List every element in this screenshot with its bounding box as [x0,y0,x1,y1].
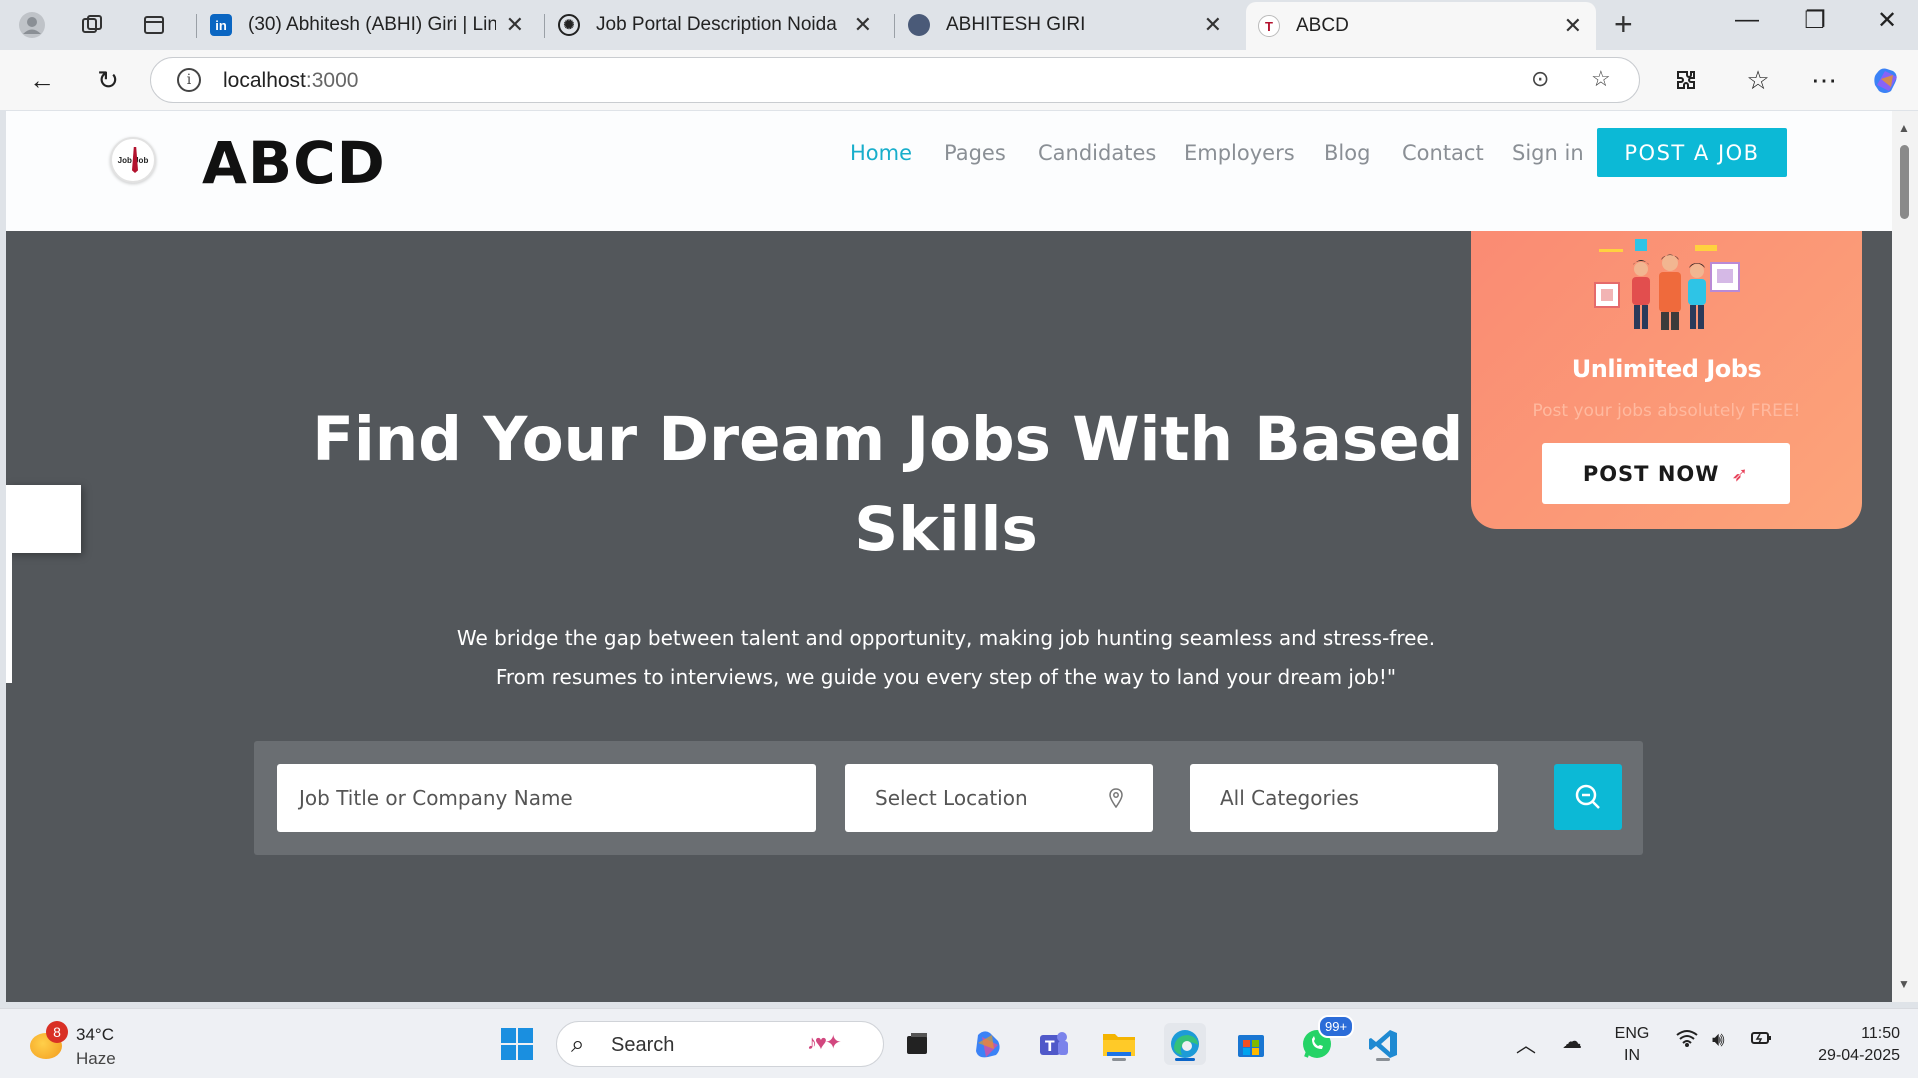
taskbar-search[interactable]: ⌕ Search ♪♥✦ [556,1021,884,1067]
tab-linkedin[interactable]: in (30) Abhitesh (ABHI) Giri | LinkedIn … [198,4,538,46]
scrollbar-thumb[interactable] [1900,145,1909,219]
wifi-icon[interactable] [1676,1029,1698,1053]
nav-candidates[interactable]: Candidates [1038,141,1156,175]
system-clock[interactable]: 11:50 29-04-2025 [1790,1023,1900,1067]
job-search-form: Job Title or Company Name Select Locatio… [254,741,1643,855]
promo-title: Unlimited Jobs [1571,355,1762,383]
post-now-button[interactable]: POST NOW ➶ [1542,443,1790,504]
tab-title: ABHITESH GIRI [946,14,1086,35]
side-feedback-tab[interactable] [6,485,81,553]
weather-widget[interactable]: 8 34°C Haze [24,1021,154,1068]
volume-icon[interactable]: 🔊︎ [1712,1029,1725,1052]
tab-profile[interactable]: ABHITESH GIRI ✕ [896,4,1236,46]
location-select[interactable]: Select Location [845,764,1153,832]
abcd-logo-icon: T [1258,15,1280,37]
address-bar[interactable]: i localhost:3000 ⊙ ☆ [150,57,1640,103]
teams-icon[interactable]: T [1032,1023,1074,1065]
site-logo[interactable]: Job Job [110,137,156,183]
whatsapp-icon[interactable]: 99+ [1296,1015,1355,1065]
extensions-icon[interactable] [1668,62,1704,98]
svg-text:T: T [1045,1039,1055,1055]
nav-contact[interactable]: Contact [1402,141,1484,175]
search-icon [1575,784,1600,809]
post-a-job-button[interactable]: POST A JOB [1597,128,1787,177]
keyword-input[interactable]: Job Title or Company Name [277,764,816,832]
taskbar-search-label: Search [611,1034,675,1056]
weather-condition: Haze [76,1049,116,1068]
hero-subtitle: We bridge the gap between talent and opp… [456,626,1436,689]
onedrive-icon[interactable]: ☁ [1562,1029,1582,1054]
file-explorer-icon[interactable] [1098,1023,1140,1065]
close-icon[interactable]: ✕ [1564,13,1582,39]
browser-tab-strip: in (30) Abhitesh (ABHI) Giri | LinkedIn … [0,0,1918,50]
promo-card: Unlimited Jobs Post your jobs absolutely… [1471,231,1862,529]
profile-icon[interactable] [16,9,48,41]
search-icon: ⌕ [571,1031,585,1058]
side-divider [6,553,12,683]
rocket-icon: ➶ [1731,461,1750,486]
vertical-tabs-icon[interactable] [138,9,170,41]
more-options-icon[interactable]: ⋯ [1806,62,1842,98]
windows-taskbar: 8 34°C Haze ⌕ Search ♪♥✦ T 99+ ︿ ☁ ENG I… [0,1008,1918,1078]
workspaces-icon[interactable] [76,9,108,41]
copilot-icon[interactable] [1868,62,1904,98]
nav-blog[interactable]: Blog [1324,141,1370,175]
chatgpt-icon: ✺ [558,14,580,36]
post-now-label: POST NOW [1582,461,1720,486]
microsoft-store-icon[interactable] [1230,1023,1272,1065]
url-text: localhost:3000 [223,69,359,92]
start-menu-icon[interactable] [496,1023,538,1065]
nav-pages[interactable]: Pages [944,141,1006,175]
new-tab-icon[interactable]: + [1614,6,1633,43]
copilot-app-icon[interactable] [966,1023,1008,1065]
page-scrollbar[interactable]: ▲ ▼ [1892,111,1918,1002]
location-placeholder: Select Location [875,786,1028,810]
minimize-icon[interactable]: — [1722,6,1772,34]
tab-title: ABCD [1296,15,1349,36]
task-view-icon[interactable] [896,1023,938,1065]
scroll-up-icon[interactable]: ▲ [1898,121,1910,135]
battery-icon[interactable] [1750,1029,1774,1053]
weather-temperature: 34°C [76,1025,114,1044]
tab-job-portal[interactable]: ✺ Job Portal Description Noida ✕ [546,4,886,46]
favorite-star-icon[interactable]: ☆ [1591,66,1611,92]
linkedin-icon: in [210,14,232,36]
tab-title: Job Portal Description Noida [596,14,837,35]
category-select[interactable]: All Categories [1190,764,1498,832]
profile-photo-icon [908,14,930,36]
page-viewport: Job Job ABCD Home Pages Candidates Emplo… [6,111,1892,1002]
weather-badge: 8 [46,1021,68,1043]
close-icon[interactable]: ✕ [854,12,872,38]
site-header: Job Job ABCD Home Pages Candidates Emplo… [6,111,1892,231]
nav-sign-in[interactable]: Sign in [1512,141,1584,175]
search-highlight-icon: ♪♥✦ [807,1032,842,1054]
input-language[interactable]: ENG IN [1610,1023,1654,1067]
browser-toolbar: ← ↻ i localhost:3000 ⊙ ☆ ☆ ⋯ [0,50,1918,110]
favorites-icon[interactable]: ☆ [1740,62,1776,98]
nav-employers[interactable]: Employers [1184,141,1295,175]
edge-browser-icon[interactable] [1164,1023,1206,1065]
nav-home[interactable]: Home [850,141,912,175]
scroll-down-icon[interactable]: ▼ [1898,977,1910,991]
promo-subtitle: Post your jobs absolutely FREE! [1532,401,1801,421]
close-icon[interactable]: ✕ [506,12,524,38]
show-hidden-icons[interactable]: ︿ [1516,1029,1536,1058]
tab-abcd[interactable]: T ABCD ✕ [1246,2,1596,50]
read-aloud-icon[interactable]: ⊙ [1531,66,1549,92]
close-icon[interactable]: ✕ [1204,12,1222,38]
location-pin-icon [1109,788,1123,808]
tab-title: (30) Abhitesh (ABHI) Giri | LinkedIn [248,14,496,35]
search-button[interactable] [1554,764,1622,830]
restore-icon[interactable]: ❐ [1790,6,1840,35]
refresh-icon[interactable]: ↻ [90,62,126,98]
vscode-icon[interactable] [1362,1023,1404,1065]
whatsapp-badge: 99+ [1318,1015,1355,1038]
site-info-icon[interactable]: i [177,68,201,92]
team-illustration [1594,239,1740,330]
window-close-icon[interactable]: ✕ [1862,6,1912,35]
brand-name[interactable]: ABCD [202,129,386,197]
back-icon[interactable]: ← [24,62,60,98]
